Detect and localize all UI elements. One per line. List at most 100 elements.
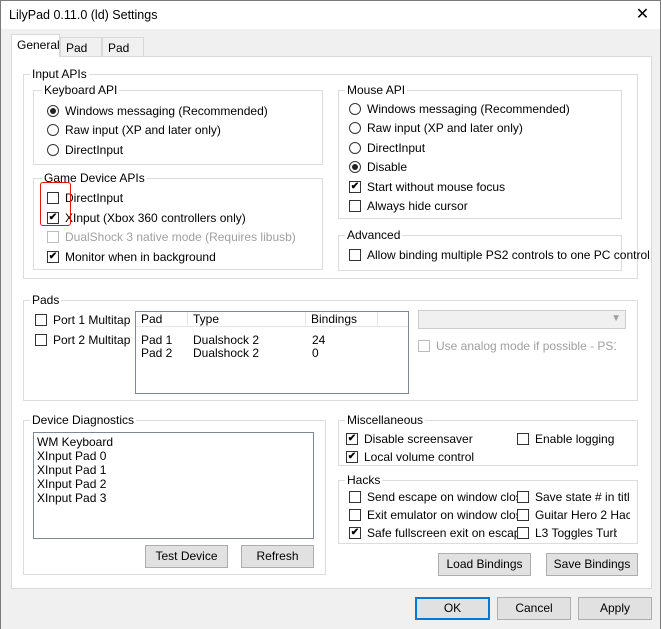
enable-logging-checkbox[interactable]: Enable logging [517,432,614,446]
checkbox-label: Port 2 Multitap [53,333,131,347]
list-item[interactable]: XInput Pad 1 [37,463,106,477]
pad-row-2-pad[interactable]: Pad 2 [141,347,172,360]
checkbox-label: Disable screensaver [364,432,473,446]
checkbox-label: Always hide cursor [367,199,468,213]
red-annotation-mark [40,182,71,226]
checkbox-disabled-icon [418,340,430,352]
start-without-mouse-focus-checkbox[interactable]: ✔ Start without mouse focus [349,180,505,194]
use-analog-mode-checkbox: Use analog mode if possible - PS1 only [418,339,616,353]
radio-selected-icon [47,105,59,117]
checkmark-icon: ✔ [349,527,361,539]
checkbox-label: Enable logging [535,432,615,446]
checkmark-icon: ✔ [349,181,361,193]
tab-pad-1[interactable]: Pad 1 [60,37,102,69]
hacks-label: Hacks [345,473,383,487]
checkbox-icon [349,249,361,261]
chevron-down-icon: ▼ [611,313,621,324]
close-button[interactable]: ✕ [625,1,660,29]
checkbox-label: Safe fullscreen exit on escape [367,526,528,540]
safe-fullscreen-exit-checkbox[interactable]: ✔ Safe fullscreen exit on escape [349,526,527,540]
monitor-background-checkbox[interactable]: ✔ Monitor when in background [47,250,216,264]
send-escape-checkbox[interactable]: Send escape on window close [349,490,528,504]
save-state-in-title-checkbox[interactable]: Save state # in title [517,490,630,504]
l3-toggles-turbo-checkbox[interactable]: L3 Toggles Turbo [517,526,617,540]
window-title: LilyPad 0.11.0 (ld) Settings [9,8,158,22]
checkbox-label: Save state # in title [535,490,630,504]
local-volume-control-checkbox[interactable]: ✔ Local volume control [346,450,474,464]
list-item[interactable]: XInput Pad 3 [37,491,106,505]
mouse-option-disable[interactable]: Disable [349,160,407,174]
apply-button[interactable]: Apply [578,597,652,620]
radio-icon [349,122,361,134]
tab-general-label: General [17,38,60,52]
radio-selected-icon [349,161,361,173]
radio-icon [349,103,361,115]
keyboard-option-directinput[interactable]: DirectInput [47,143,123,157]
mouse-option-windows-messaging[interactable]: Windows messaging (Recommended) [349,102,570,116]
option-label: DirectInput [65,143,124,157]
game-device-dualshock3-checkbox: DualShock 3 native mode (Requires libusb… [47,230,296,244]
tab-pad-2[interactable]: Pad 2 [102,37,144,69]
cancel-button[interactable]: Cancel [497,597,571,620]
tab-general[interactable]: General [11,34,60,57]
close-icon: ✕ [635,6,650,23]
column-header-empty [378,312,408,327]
pads-label: Pads [30,293,62,307]
checkbox-icon [35,334,47,346]
checkmark-icon: ✔ [346,433,358,445]
checkbox-icon [517,527,529,539]
checkbox-disabled-icon [47,231,59,243]
checkbox-label: Port 1 Multitap [53,313,131,327]
option-label: Windows messaging (Recommended) [367,102,570,116]
checkbox-icon [517,491,529,503]
refresh-button[interactable]: Refresh [241,545,314,568]
mouse-option-directinput[interactable]: DirectInput [349,141,425,155]
checkbox-label: Guitar Hero 2 Hack [535,508,630,522]
allow-multiple-binding-checkbox[interactable]: Allow binding multiple PS2 controls to o… [349,248,650,262]
keyboard-option-windows-messaging[interactable]: Windows messaging (Recommended) [47,104,268,118]
disable-screensaver-checkbox[interactable]: ✔ Disable screensaver [346,432,473,446]
title-bar: LilyPad 0.11.0 (ld) Settings ✕ [1,1,660,29]
radio-icon [47,124,59,136]
checkbox-label: Exit emulator on window close [367,508,529,522]
save-bindings-button[interactable]: Save Bindings [546,553,638,576]
checkbox-icon [349,491,361,503]
column-header-pad[interactable]: Pad [136,312,188,327]
guitar-hero-hack-checkbox[interactable]: Guitar Hero 2 Hack [517,508,630,522]
option-label: DirectInput [367,141,426,155]
option-label: Raw input (XP and later only) [367,121,523,135]
input-apis-label: Input APIs [30,67,89,81]
keyboard-option-raw-input[interactable]: Raw input (XP and later only) [47,123,221,137]
port-2-multitap-checkbox[interactable]: Port 2 Multitap [35,333,130,347]
option-label: Windows messaging (Recommended) [65,104,268,118]
list-item[interactable]: XInput Pad 2 [37,477,106,491]
game-device-xinput-checkbox[interactable]: ✔ XInput (Xbox 360 controllers only) [47,211,246,225]
column-header-type[interactable]: Type [188,312,306,327]
port-1-multitap-checkbox[interactable]: Port 1 Multitap [35,313,130,327]
device-list[interactable]: WM Keyboard XInput Pad 0 XInput Pad 1 XI… [33,432,314,539]
option-label: Raw input (XP and later only) [65,123,221,137]
checkbox-label: Local volume control [364,450,475,464]
mouse-option-raw-input[interactable]: Raw input (XP and later only) [349,121,523,135]
option-label: Disable [367,160,408,174]
exit-emulator-checkbox[interactable]: Exit emulator on window close [349,508,528,522]
column-header-bindings[interactable]: Bindings [306,312,378,327]
always-hide-cursor-checkbox[interactable]: Always hide cursor [349,199,468,213]
test-device-button[interactable]: Test Device [145,545,228,568]
radio-icon [47,144,59,156]
checkbox-icon [517,509,529,521]
checkbox-label: Monitor when in background [65,250,216,264]
pads-list-view[interactable]: Pad Type Bindings Pad 1 Dualshock 2 24 P… [135,311,409,394]
pad-type-dropdown[interactable]: ▼ [418,310,626,329]
load-bindings-button[interactable]: Load Bindings [438,553,531,576]
list-item[interactable]: WM Keyboard [37,435,113,449]
ok-button[interactable]: OK [415,597,490,620]
checkbox-label: Allow binding multiple PS2 controls to o… [367,248,650,262]
list-item[interactable]: XInput Pad 0 [37,449,106,463]
checkbox-label: L3 Toggles Turbo [535,526,617,540]
device-diagnostics-label: Device Diagnostics [30,413,137,427]
keyboard-api-label: Keyboard API [42,83,120,97]
checkbox-label: DualShock 3 native mode (Requires libusb… [65,230,296,244]
checkbox-icon [517,433,529,445]
checkmark-icon: ✔ [346,451,358,463]
